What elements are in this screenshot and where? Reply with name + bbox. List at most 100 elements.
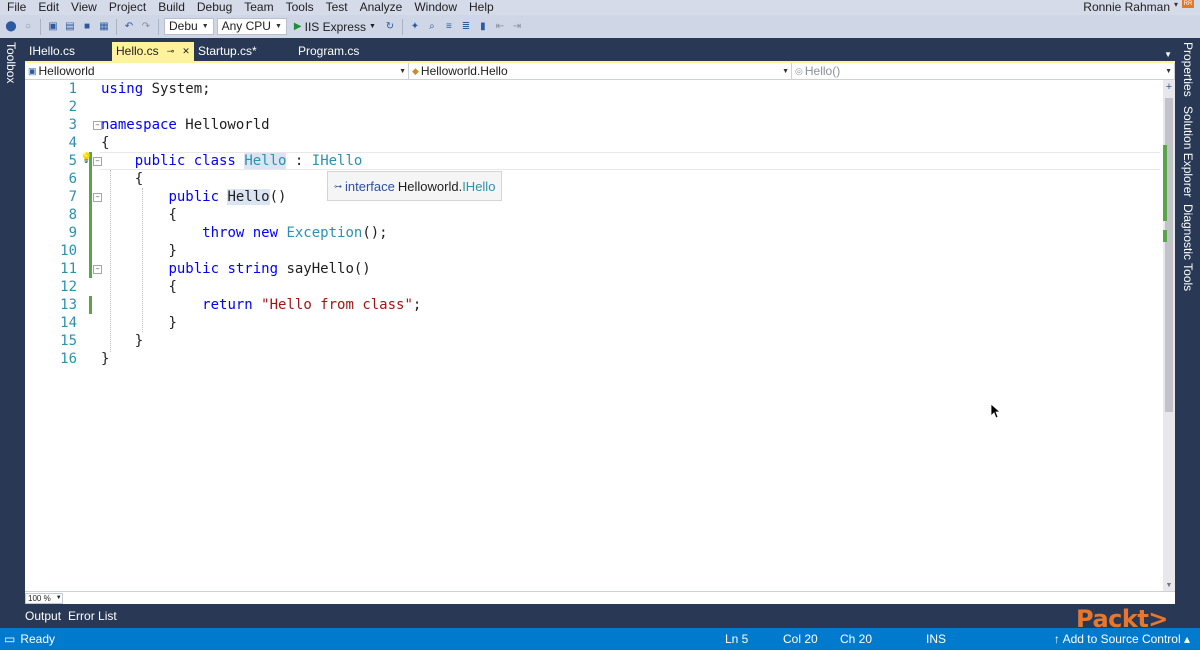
csharp-project-icon: ▣	[28, 65, 37, 76]
line-number: 7	[68, 189, 77, 205]
forward-icon[interactable]: ○	[21, 20, 35, 34]
change-marker	[89, 188, 92, 206]
zoom-select[interactable]: 100 % ▼	[25, 593, 63, 604]
quick-info-tooltip: ⊶ interface Helloworld.IHello	[327, 171, 503, 201]
pin-icon[interactable]: ⊸	[167, 42, 175, 61]
tab-startup-cs[interactable]: Startup.cs*	[194, 42, 294, 61]
window-icon: ▭	[4, 632, 16, 646]
code-line[interactable]: 8 {	[25, 206, 1163, 224]
code-line[interactable]: 9 throw new Exception();	[25, 224, 1163, 242]
vertical-scrollbar[interactable]: + ▼	[1163, 80, 1175, 591]
code-line[interactable]: 12 {	[25, 278, 1163, 296]
code-editor[interactable]: 1 using System; 2 3 − namespace Hellowor…	[25, 80, 1175, 591]
new-project-icon[interactable]: ▣	[46, 20, 60, 34]
tabs-dropdown-icon[interactable]: ▼	[1164, 50, 1172, 59]
user-avatar[interactable]: RR	[1182, 0, 1194, 8]
outdent-icon[interactable]: ≣	[459, 20, 473, 34]
tab-ihello-cs[interactable]: IHello.cs	[25, 42, 112, 61]
menu-build[interactable]: Build	[152, 0, 191, 15]
user-name[interactable]: Ronnie Rahman	[1083, 0, 1170, 14]
close-icon[interactable]: ✕	[182, 42, 190, 61]
line-number: 11	[60, 261, 77, 277]
status-insert-mode: INS	[926, 632, 947, 646]
solution-config-select[interactable]: Debu ▼	[164, 18, 214, 35]
change-marker	[89, 170, 92, 188]
code-line[interactable]: 6 {	[25, 170, 1163, 188]
code-fragment: :	[286, 153, 312, 169]
split-window-icon[interactable]: +	[1164, 81, 1174, 93]
menu-analyze[interactable]: Analyze	[354, 0, 409, 15]
keyword: return	[202, 297, 253, 313]
keyword: throw new	[202, 225, 279, 241]
code-line[interactable]: 11 − public string sayHello()	[25, 260, 1163, 278]
type-name: Helloworld.Hello	[420, 64, 508, 78]
project-dropdown[interactable]: ▣ Helloworld ▼	[25, 63, 409, 79]
code-line[interactable]: 15 }	[25, 332, 1163, 350]
back-icon[interactable]: ⬤	[4, 20, 18, 34]
error-list-tab[interactable]: Error List	[68, 606, 117, 626]
code-line[interactable]: 7 − public Hello()	[25, 188, 1163, 206]
toolbox-tab[interactable]: Toolbox	[4, 42, 18, 83]
code-line[interactable]: 2	[25, 98, 1163, 116]
redo-icon[interactable]: ↷	[139, 20, 153, 34]
menu-tools[interactable]: Tools	[280, 0, 320, 15]
code-line[interactable]: 14 }	[25, 314, 1163, 332]
undo-icon[interactable]: ↶	[122, 20, 136, 34]
lightbulb-icon[interactable]: 💡	[80, 153, 92, 164]
menu-help[interactable]: Help	[463, 0, 500, 15]
code-line[interactable]: 3 − namespace Helloworld	[25, 116, 1163, 134]
type-name: Exception	[286, 225, 363, 241]
find-icon[interactable]: ⌕	[425, 20, 439, 34]
member-dropdown[interactable]: ◎ Hello() ▼	[792, 63, 1175, 79]
next-bookmark-icon[interactable]: ⇥	[510, 20, 524, 34]
scroll-down-icon[interactable]: ▼	[1164, 581, 1174, 591]
code-line[interactable]: 10 }	[25, 242, 1163, 260]
toolbar-separator	[116, 18, 117, 35]
menu-bar: File Edit View Project Build Debug Team …	[0, 0, 1200, 15]
code-fragment: }	[168, 243, 177, 259]
output-tab[interactable]: Output	[25, 606, 61, 626]
interface-name[interactable]: IHello	[312, 153, 363, 169]
prev-bookmark-icon[interactable]: ⇤	[493, 20, 507, 34]
tab-program-cs[interactable]: Program.cs	[294, 42, 394, 61]
code-text: namespace Helloworld	[101, 116, 270, 134]
menu-edit[interactable]: Edit	[32, 0, 65, 15]
line-number: 14	[60, 315, 77, 331]
line-number: 8	[68, 207, 77, 223]
indent-icon[interactable]: ≡	[442, 20, 456, 34]
tab-label: Hello.cs	[116, 44, 159, 58]
solution-platform-select[interactable]: Any CPU ▼	[216, 18, 287, 35]
code-fragment: {	[168, 207, 177, 223]
code-text: }	[101, 314, 176, 332]
code-text: {	[101, 135, 110, 151]
solution-explorer-tab[interactable]: Solution Explorer	[1181, 106, 1195, 197]
menu-file[interactable]: File	[0, 0, 32, 15]
code-line[interactable]: 4 {	[25, 134, 1163, 152]
tab-hello-cs[interactable]: Hello.cs ⊸ ✕	[112, 42, 194, 61]
browser-link-icon[interactable]: ✦	[408, 20, 422, 34]
code-line[interactable]: 16 }	[25, 350, 1163, 368]
code-line[interactable]: 1 using System;	[25, 80, 1163, 98]
type-dropdown[interactable]: ◆ Helloworld.Hello ▼	[409, 63, 792, 79]
bookmark-icon[interactable]: ▮	[476, 20, 490, 34]
code-line[interactable]: 13 return "Hello from class";	[25, 296, 1163, 314]
menu-project[interactable]: Project	[103, 0, 152, 15]
start-debugging-button[interactable]: ▶ IIS Express ▼	[290, 20, 380, 34]
save-icon[interactable]: ■	[80, 20, 94, 34]
code-area[interactable]: 1 using System; 2 3 − namespace Hellowor…	[25, 80, 1163, 591]
code-text: public string sayHello()	[101, 260, 370, 278]
menu-test[interactable]: Test	[320, 0, 354, 15]
menu-team[interactable]: Team	[238, 0, 279, 15]
change-marker	[89, 206, 92, 224]
menu-view[interactable]: View	[65, 0, 103, 15]
chevron-down-icon[interactable]: ▾	[1174, 0, 1178, 10]
open-file-icon[interactable]: ▤	[63, 20, 77, 34]
properties-tab[interactable]: Properties	[1181, 42, 1195, 97]
save-all-icon[interactable]: ▦	[97, 20, 111, 34]
code-line[interactable]: 5 − public class Hello : IHello	[25, 152, 1163, 170]
diagnostic-tools-tab[interactable]: Diagnostic Tools	[1181, 204, 1195, 291]
menu-window[interactable]: Window	[408, 0, 463, 15]
menu-debug[interactable]: Debug	[191, 0, 238, 15]
add-to-source-control-button[interactable]: ↑ Add to Source Control ▴	[1054, 632, 1190, 646]
refresh-icon[interactable]: ↻	[383, 20, 397, 34]
